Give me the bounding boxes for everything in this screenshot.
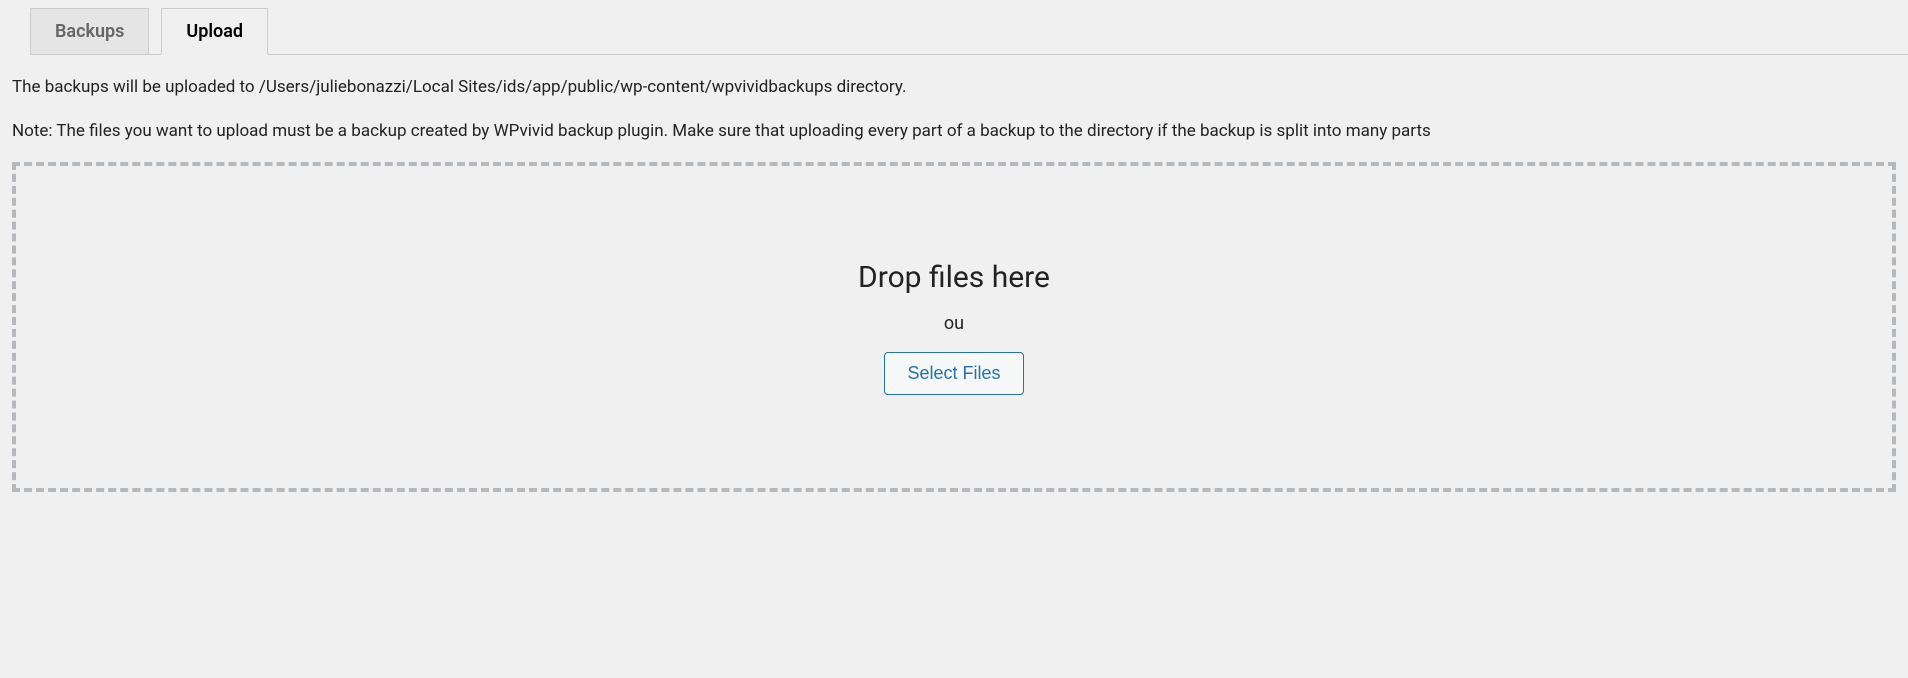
upload-note-info: Note: The files you want to upload must …: [12, 119, 1896, 145]
tab-backups[interactable]: Backups: [30, 8, 149, 54]
dropzone-title: Drop files here: [858, 260, 1050, 295]
dropzone-or-text: ou: [944, 313, 964, 334]
tab-upload[interactable]: Upload: [161, 8, 268, 55]
upload-path-info: The backups will be uploaded to /Users/j…: [12, 75, 1896, 101]
file-dropzone[interactable]: Drop files here ou Select Files: [12, 162, 1896, 492]
content-area: The backups will be uploaded to /Users/j…: [0, 55, 1908, 504]
select-files-button[interactable]: Select Files: [884, 352, 1023, 395]
tab-bar: Backups Upload: [30, 0, 1908, 55]
